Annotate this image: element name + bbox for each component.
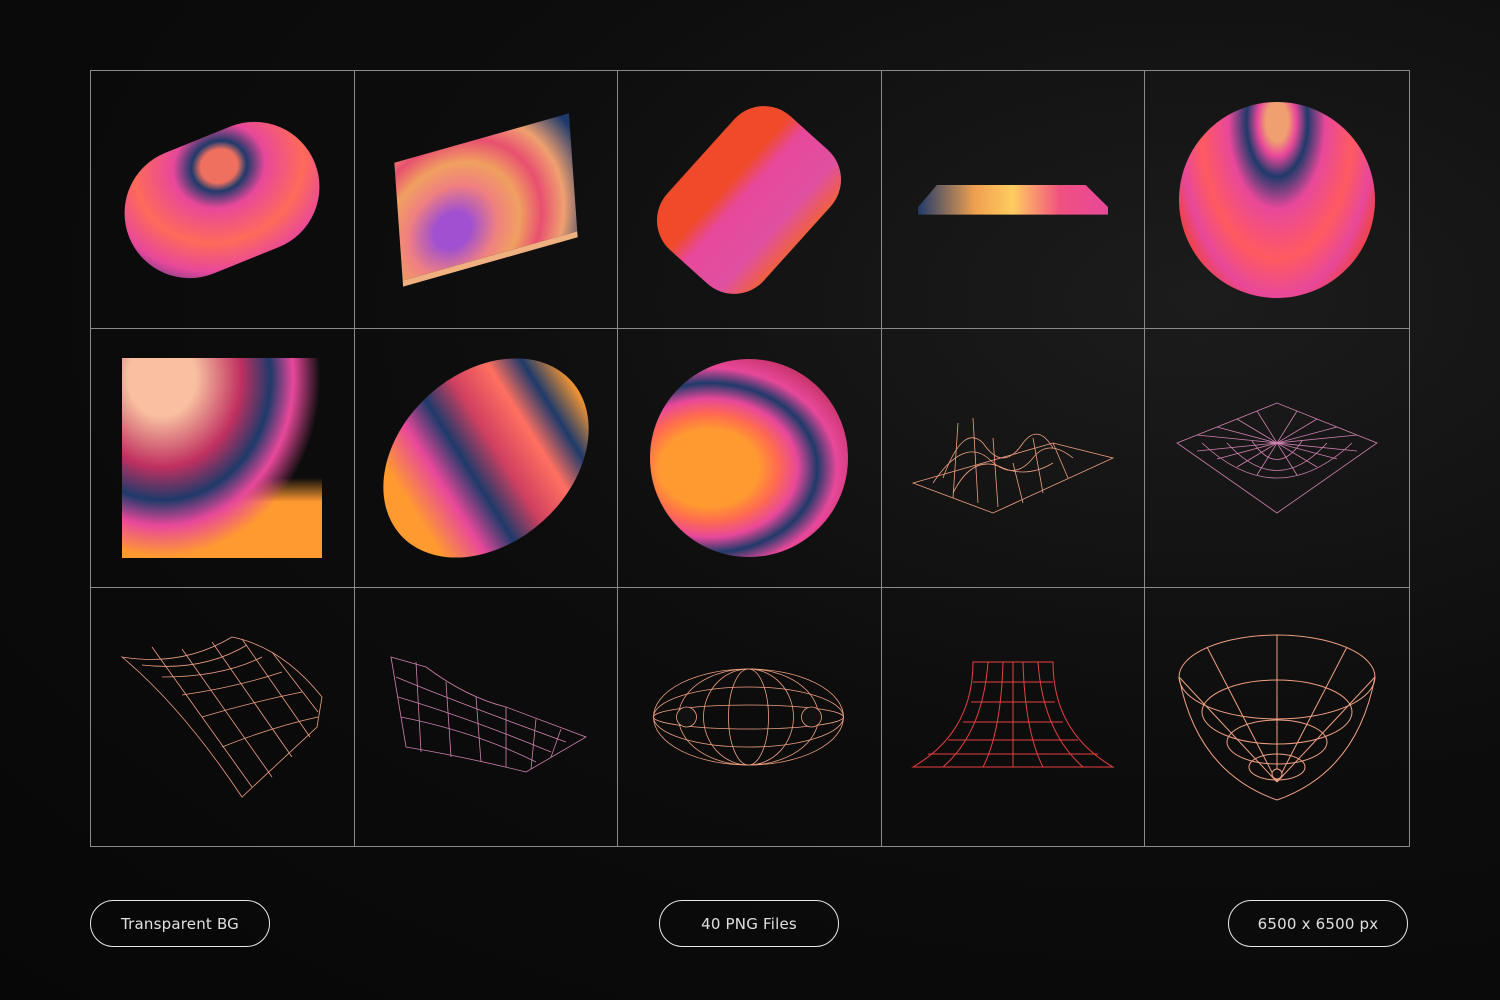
grid-cell-square — [91, 329, 355, 588]
wire-funnel-plane-shape — [1176, 402, 1379, 514]
circle-gradient-shape — [650, 358, 849, 557]
flat-plate-shape — [918, 184, 1109, 215]
sphere-shape — [1179, 101, 1376, 298]
badge-label: 6500 x 6500 px — [1257, 914, 1379, 933]
ellipse-gradient-shape — [354, 329, 618, 587]
transparent-bg-badge: Transparent BG — [90, 900, 270, 947]
png-files-badge: 40 PNG Files — [659, 900, 839, 947]
badge-label: 40 PNG Files — [701, 914, 797, 933]
wire-cone-shape — [1178, 634, 1376, 801]
grid-cell-plate — [881, 71, 1146, 330]
capsule-shape — [105, 101, 340, 298]
slab-shape — [394, 113, 578, 287]
grid-cell-wire-wave — [91, 587, 355, 846]
grid-cell-cylinder — [618, 71, 882, 330]
grid-cell-wire-hills — [881, 329, 1146, 588]
wire-wave-sheet-shape — [120, 636, 323, 798]
grid-cell-wire-curl — [355, 587, 619, 846]
product-preview-grid — [90, 70, 1410, 847]
grid-cell-ellipse — [354, 329, 619, 588]
grid-cell-sphere — [1145, 71, 1409, 330]
grid-cell-wire-funnel-plane — [1145, 329, 1409, 588]
grid-cell-circle — [618, 329, 882, 588]
grid-cell-wire-flare — [882, 587, 1146, 846]
wire-curl-sheet-shape — [390, 656, 587, 773]
grid-cell-wire-torus — [618, 587, 882, 846]
cylinder-shape — [640, 89, 859, 311]
grid-cell-wire-cone — [1145, 588, 1409, 846]
wire-flare-shape — [911, 661, 1115, 768]
wire-hills-shape — [911, 417, 1115, 514]
resolution-badge: 6500 x 6500 px — [1228, 900, 1408, 947]
grid-cell-capsule — [91, 71, 355, 330]
square-gradient-shape — [122, 357, 323, 558]
wire-torus-shape — [653, 668, 845, 766]
badge-label: Transparent BG — [120, 914, 240, 933]
grid-cell-slab — [354, 71, 619, 330]
